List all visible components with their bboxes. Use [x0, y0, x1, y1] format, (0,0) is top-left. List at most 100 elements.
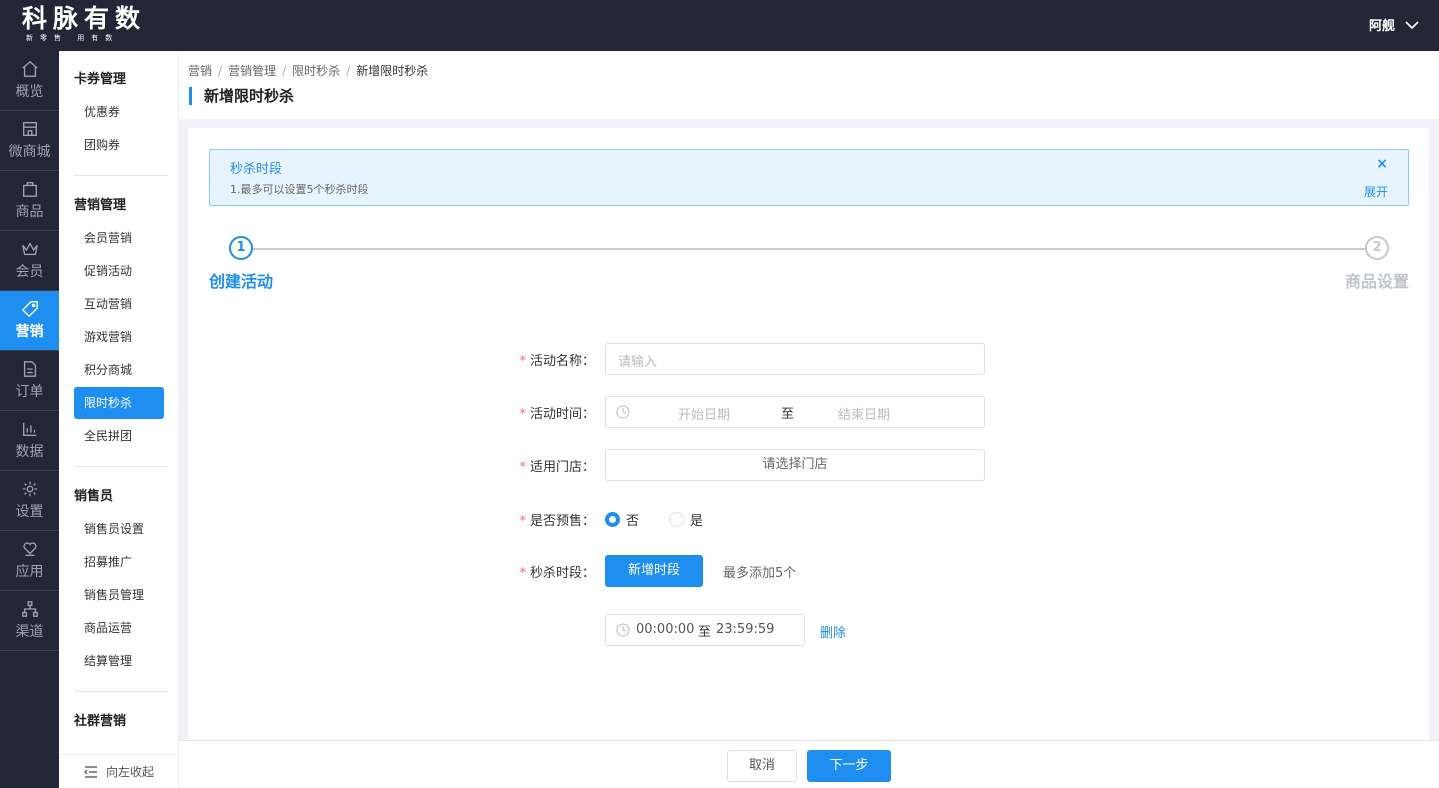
range-separator: 至	[698, 625, 712, 640]
gear-icon	[22, 481, 37, 497]
sub-group-title-coupons: 卡券管理	[74, 72, 127, 87]
main-card: 秒杀时段 1.最多可以设置5个秒杀时段 × 展开 1 2 创建活动 商品设置 *…	[188, 128, 1429, 740]
nav-item-marketing[interactable]: 营销	[0, 291, 59, 351]
presale-radio-no[interactable]: 否	[605, 510, 639, 529]
main-nav: 概览 微商城 商品 会员 营销 订单 数据 设置 应用 渠道	[0, 51, 59, 788]
nav-label: 数据	[15, 444, 44, 460]
alert-desc: 1.最多可以设置5个秒杀时段	[230, 183, 369, 196]
step-1-circle: 1	[229, 236, 253, 260]
page-header: 营销 / 营销管理 / 限时秒杀 / 新增限时秒杀 新增限时秒杀	[179, 51, 1439, 119]
sub-item-group-buy[interactable]: 全民拼团	[74, 420, 164, 452]
nav-item-data[interactable]: 数据	[0, 411, 59, 471]
heart-hand-icon	[22, 542, 37, 556]
document-icon	[23, 361, 36, 377]
delete-slot-link[interactable]: 删除	[820, 622, 846, 641]
sub-item-salesperson-manage[interactable]: 销售员管理	[74, 579, 164, 611]
nav-item-microstore[interactable]: 微商城	[0, 111, 59, 171]
step-1-label: 创建活动	[209, 272, 274, 291]
brand-logo[interactable]: 科脉有数 新零售 用有数	[22, 5, 167, 45]
activity-name-placeholder: 请输入	[618, 355, 658, 370]
slot-time-range[interactable]: 00:00:00 至 23:59:59	[605, 614, 805, 646]
radio-checked-icon	[605, 512, 620, 527]
radio-unchecked-icon	[669, 512, 685, 527]
sub-item-promotion[interactable]: 促销活动	[74, 255, 164, 287]
activity-time-range[interactable]: 开始日期 至 结束日期	[605, 396, 985, 428]
step-2-label: 商品设置	[1344, 272, 1409, 291]
user-name: 阿舰	[1368, 19, 1395, 34]
divider	[74, 175, 168, 176]
start-date-placeholder: 开始日期	[678, 408, 731, 423]
activity-name-label: * 活动名称：	[519, 354, 595, 369]
nav-label: 设置	[15, 504, 44, 520]
slots-label: * 秒杀时段：	[519, 566, 595, 581]
steps: 1 2 创建活动 商品设置	[209, 236, 1409, 296]
presale-label: * 是否预售：	[519, 514, 595, 529]
crown-icon	[21, 242, 38, 256]
sub-item-coupon[interactable]: 优惠券	[74, 96, 164, 128]
cancel-button[interactable]: 取消	[727, 750, 797, 782]
nav-label: 商品	[15, 204, 44, 220]
page-title: 新增限时秒杀	[189, 87, 294, 105]
end-date-placeholder: 结束日期	[838, 408, 891, 423]
footer-bar: 取消 下一步	[179, 740, 1439, 788]
radio-label: 否	[626, 514, 640, 529]
nav-item-goods[interactable]: 商品	[0, 171, 59, 231]
slots-hint: 最多添加5个	[723, 566, 797, 581]
breadcrumb: 营销 / 营销管理 / 限时秒杀 / 新增限时秒杀	[188, 64, 429, 78]
close-icon[interactable]: ×	[1376, 156, 1388, 172]
sub-item-member-marketing[interactable]: 会员营销	[74, 222, 164, 254]
sub-item-interactive[interactable]: 互动营销	[74, 288, 164, 320]
store-label: * 适用门店：	[519, 460, 595, 475]
breadcrumb-item[interactable]: 营销	[188, 64, 212, 78]
alert-expand-link[interactable]: 展开	[1364, 183, 1388, 200]
chart-icon	[22, 422, 36, 436]
nav-item-settings[interactable]: 设置	[0, 471, 59, 531]
breadcrumb-current: 新增限时秒杀	[356, 64, 429, 78]
nav-label: 微商城	[8, 144, 51, 160]
collapse-sidebar-button[interactable]: 向左收起	[59, 754, 178, 788]
sub-item-points-mall[interactable]: 积分商城	[74, 354, 164, 386]
range-separator: 至	[781, 407, 795, 422]
add-slot-button[interactable]: 新增时段	[605, 555, 703, 587]
breadcrumb-item[interactable]: 营销管理	[228, 64, 276, 78]
info-alert: 秒杀时段 1.最多可以设置5个秒杀时段 × 展开	[209, 149, 1409, 206]
brand-name: 科脉有数	[22, 4, 147, 33]
step-2-circle: 2	[1365, 236, 1389, 260]
nav-label: 营销	[15, 324, 44, 340]
nav-item-overview[interactable]: 概览	[0, 51, 59, 111]
collapse-label: 向左收起	[105, 765, 154, 779]
nav-item-member[interactable]: 会员	[0, 231, 59, 291]
nav-item-channel[interactable]: 渠道	[0, 591, 59, 651]
sub-group-title-community: 社群营销	[74, 714, 127, 729]
nav-label: 概览	[15, 84, 44, 100]
user-menu[interactable]: 阿舰	[1369, 15, 1419, 34]
nav-label: 订单	[15, 384, 44, 400]
sub-group-title-salesperson: 销售员	[74, 489, 114, 504]
store-select[interactable]: 请选择门店	[605, 449, 985, 481]
nav-label: 应用	[15, 564, 44, 580]
breadcrumb-item[interactable]: 限时秒杀	[292, 64, 340, 78]
nav-item-order[interactable]: 订单	[0, 351, 59, 411]
brand-slogan: 新零售 用有数	[26, 34, 120, 42]
sub-item-recruit[interactable]: 招募推广	[74, 546, 164, 578]
nav-item-apps[interactable]: 应用	[0, 531, 59, 591]
nav-label: 会员	[15, 264, 44, 280]
sub-item-settlement[interactable]: 结算管理	[74, 645, 164, 677]
home-icon	[21, 60, 38, 77]
clock-icon	[616, 405, 630, 419]
collapse-left-icon	[83, 765, 97, 778]
sub-group-title-marketing: 营销管理	[74, 198, 127, 213]
sub-item-group-coupon[interactable]: 团购券	[74, 129, 164, 161]
slot-end-time: 23:59:59	[716, 622, 775, 637]
alert-title: 秒杀时段	[230, 162, 283, 177]
presale-radio-yes[interactable]: 是	[669, 510, 703, 529]
activity-name-input[interactable]: 请输入	[605, 343, 985, 375]
next-step-button[interactable]: 下一步	[807, 750, 891, 782]
sub-nav: 卡券管理 优惠券 团购券 营销管理 会员营销 促销活动 互动营销 游戏营销 积分…	[59, 51, 179, 788]
clock-icon	[616, 623, 630, 637]
sub-item-flash-sale[interactable]: 限时秒杀	[74, 387, 164, 419]
sub-item-salesperson-settings[interactable]: 销售员设置	[74, 513, 164, 545]
top-bar: 科脉有数 新零售 用有数 阿舰	[0, 0, 1439, 51]
sub-item-goods-operation[interactable]: 商品运营	[74, 612, 164, 644]
sub-item-game[interactable]: 游戏营销	[74, 321, 164, 353]
